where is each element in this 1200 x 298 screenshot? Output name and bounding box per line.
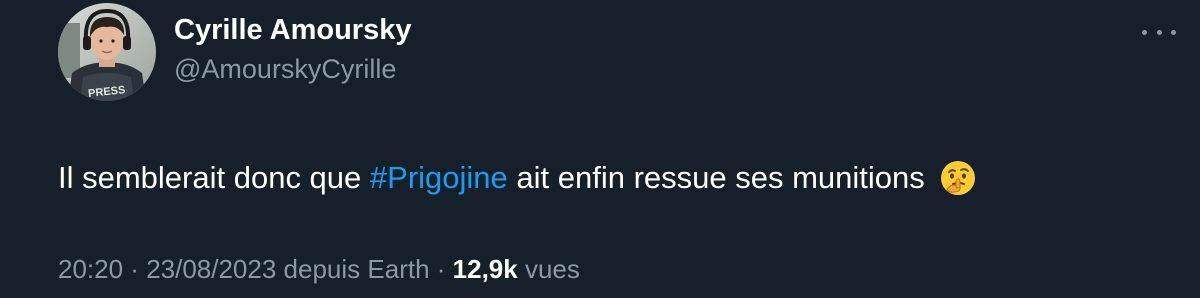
tweet-card: PRESS Cyrille Amoursky @AmourskyCyrille … (0, 0, 1200, 298)
dot (1142, 29, 1147, 35)
dot (1171, 29, 1176, 35)
avatar[interactable]: PRESS (58, 3, 156, 101)
views-label: vues (517, 254, 580, 284)
hashtag-link[interactable]: #Prigojine (370, 158, 508, 198)
meta-separator: · (123, 254, 147, 284)
tweet-source: depuis Earth (276, 254, 430, 284)
thinking-face-icon (939, 159, 977, 197)
display-name[interactable]: Cyrille Amoursky (174, 12, 411, 48)
tweet-meta: 20:20 · 23/08/2023 depuis Earth · 12,9k … (58, 252, 580, 286)
tweet-date[interactable]: 23/08/2023 (146, 254, 276, 284)
tweet-time[interactable]: 20:20 (58, 254, 123, 284)
tweet-text-before: Il semblerait donc que (58, 160, 370, 195)
dot (1156, 29, 1162, 35)
tweet-text: Il semblerait donc que #Prigojine ait en… (58, 158, 977, 198)
meta-separator: · (429, 254, 453, 284)
more-horizontal-icon[interactable] (1142, 18, 1176, 46)
user-handle[interactable]: @AmourskyCyrille (174, 52, 396, 86)
tweet-text-after: ait enfin ressue ses munitions (507, 160, 925, 195)
views-count: 12,9k (452, 254, 518, 284)
